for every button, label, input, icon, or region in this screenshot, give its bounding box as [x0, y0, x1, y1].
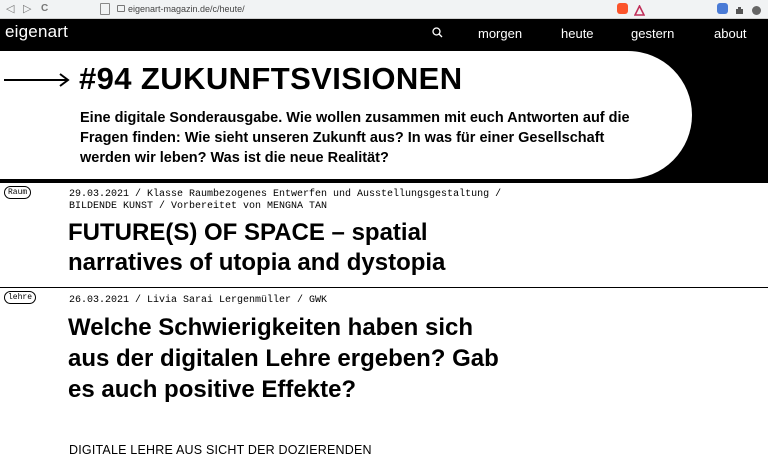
- back-icon[interactable]: ◁: [6, 1, 14, 17]
- site-logo[interactable]: eigenart: [5, 22, 68, 42]
- category-tag[interactable]: lehre: [4, 291, 37, 304]
- article-card[interactable]: lehre 26.03.2021 / Livia Sarai Lergenmül…: [0, 287, 768, 466]
- hero-title: #94 ZUKUNFTSVISIONEN: [79, 61, 463, 96]
- search-icon[interactable]: [432, 27, 443, 41]
- forward-icon[interactable]: ▷: [23, 1, 31, 17]
- nav-morgen[interactable]: morgen: [478, 26, 522, 41]
- puzzle-icon[interactable]: [734, 3, 745, 14]
- profile-icon[interactable]: [751, 3, 762, 15]
- browser-toolbar: ◁ ▷ C eigenart-magazin.de/c/heute/: [0, 0, 768, 19]
- nav-gestern[interactable]: gestern: [631, 26, 674, 41]
- article-subtitle: DIGITALE LEHRE AUS SICHT DER DOZIERENDEN: [69, 443, 372, 457]
- translate-icon[interactable]: [717, 3, 728, 14]
- brave-shield-icon[interactable]: [617, 3, 628, 14]
- reload-icon[interactable]: C: [41, 1, 48, 17]
- site-header: eigenart morgen heute gestern about: [0, 19, 768, 51]
- article-title[interactable]: Welche Schwierigkeiten haben sich aus de…: [68, 312, 518, 405]
- address-bar[interactable]: eigenart-magazin.de/c/heute/: [128, 2, 245, 16]
- hero-description: Eine digitale Sonderausgabe. Wie wollen …: [80, 110, 630, 166]
- nav-about[interactable]: about: [714, 26, 747, 41]
- article-meta: 26.03.2021 / Livia Sarai Lergenmüller / …: [69, 295, 328, 306]
- category-tag[interactable]: Raum: [4, 186, 32, 199]
- article-title[interactable]: FUTURE(S) OF SPACE – spatial narratives …: [68, 218, 548, 278]
- hero-section: #94 ZUKUNFTSVISIONEN Eine digitale Sonde…: [0, 51, 768, 182]
- hero-card[interactable]: #94 ZUKUNFTSVISIONEN Eine digitale Sonde…: [0, 51, 692, 179]
- bookmark-icon[interactable]: [100, 3, 110, 15]
- article-card[interactable]: Raum 29.03.2021 / Klasse Raumbezogenes E…: [0, 182, 768, 288]
- triangle-icon[interactable]: [633, 3, 646, 16]
- article-meta: 29.03.2021 / Klasse Raumbezogenes Entwer…: [69, 189, 502, 212]
- nav-heute[interactable]: heute: [561, 26, 594, 41]
- lock-icon: [117, 5, 125, 12]
- arrow-right-icon: [4, 73, 70, 87]
